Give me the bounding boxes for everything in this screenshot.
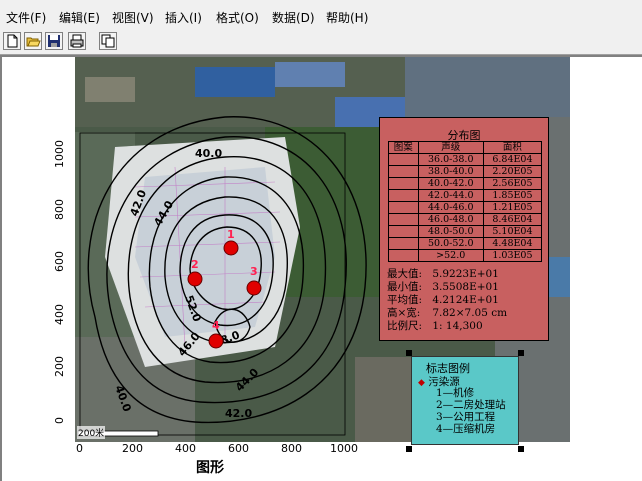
table-header: 图案 xyxy=(388,141,419,154)
menu-view[interactable]: 视图(V) xyxy=(112,9,154,26)
stat-label: 最大值: xyxy=(387,268,423,280)
y-axis-tick: 1000 xyxy=(53,140,66,168)
table-row: 50.0-52.0 4.48E04 xyxy=(388,237,543,250)
table-row: 38.0-40.0 2.20E05 xyxy=(388,165,543,178)
source-label-1: 1 xyxy=(227,228,235,241)
source-label-3: 3 xyxy=(250,265,258,278)
x-axis-tick: 0 xyxy=(76,442,83,455)
x-axis-tick: 200 xyxy=(122,442,143,455)
stat-value: 1: 14,300 xyxy=(432,320,483,332)
toolbar xyxy=(0,30,642,55)
open-icon[interactable] xyxy=(24,32,42,50)
table-row: 36.0-38.0 6.84E04 xyxy=(388,153,543,166)
menu-file[interactable]: 文件(F) xyxy=(6,9,46,26)
x-axis-tick: 600 xyxy=(228,442,249,455)
symbol-legend-items: 1—机修 2—二房处理站 3—公用工程 4—压缩机房 xyxy=(436,387,506,435)
selection-handle[interactable] xyxy=(406,446,412,452)
list-item: 3—公用工程 xyxy=(436,411,496,423)
figure-caption: 图形 xyxy=(196,460,224,476)
source-marker-3[interactable] xyxy=(246,280,262,296)
distribution-legend[interactable]: 分布图 图案 声级 面积 36.0-38.0 6.84E04 38.0-40.0 2… xyxy=(379,117,549,341)
table-row: 46.0-48.0 8.46E04 xyxy=(388,213,543,226)
y-axis-tick: 200 xyxy=(53,356,66,377)
table-row: 42.0-44.0 1.85E05 xyxy=(388,189,543,202)
source-label-4: 4 xyxy=(212,319,220,332)
x-axis-tick: 800 xyxy=(281,442,302,455)
stat-value: 4.2124E+01 xyxy=(432,294,499,306)
scale-bar-label: 200米 xyxy=(77,426,106,439)
stat-value: 5.9223E+01 xyxy=(432,268,499,280)
stat-label: 比例尺: xyxy=(387,320,423,332)
y-axis-tick: 800 xyxy=(53,199,66,220)
selection-handle[interactable] xyxy=(518,446,524,452)
statistics-block: 最大值: 5.9223E+01 最小值: 3.5508E+01 平均值: 4.2… xyxy=(387,268,507,333)
copy-icon[interactable] xyxy=(99,32,117,50)
menu-data[interactable]: 数据(D) xyxy=(272,9,315,26)
y-axis-tick: 600 xyxy=(53,251,66,272)
table-row: 48.0-50.0 5.10E04 xyxy=(388,225,543,238)
diamond-icon: ◆ xyxy=(418,378,425,388)
menu-insert[interactable]: 插入(I) xyxy=(165,9,202,26)
list-item: 1—机修 xyxy=(436,387,475,399)
source-marker-4[interactable] xyxy=(208,333,224,349)
x-axis-tick: 400 xyxy=(175,442,196,455)
print-icon[interactable] xyxy=(68,32,86,50)
new-icon[interactable] xyxy=(3,32,21,50)
selection-handle[interactable] xyxy=(406,350,412,356)
contour-label: 42.0 xyxy=(225,407,252,420)
table-row: 40.0-42.0 2.56E05 xyxy=(388,177,543,190)
distribution-table: 图案 声级 面积 36.0-38.0 6.84E04 38.0-40.0 2.20E… xyxy=(388,141,543,262)
table-header: 面积 xyxy=(482,141,543,154)
source-label-2: 2 xyxy=(191,258,199,271)
x-axis-tick: 1000 xyxy=(330,442,358,455)
table-row: 44.0-46.0 1.21E05 xyxy=(388,201,543,214)
table-header: 声级 xyxy=(417,141,484,154)
source-marker-2[interactable] xyxy=(187,271,203,287)
stat-value: 7.82×7.05 cm xyxy=(432,307,508,319)
selection-handle[interactable] xyxy=(518,350,524,356)
table-row: >52.0 1.03E05 xyxy=(388,249,543,262)
menu-edit[interactable]: 编辑(E) xyxy=(59,9,100,26)
y-axis-tick: 400 xyxy=(53,304,66,325)
stat-label: 平均值: xyxy=(387,294,423,306)
stat-label: 高×宽: xyxy=(387,307,421,319)
y-axis-tick: 0 xyxy=(53,417,66,424)
source-marker-1[interactable] xyxy=(223,240,239,256)
symbol-legend[interactable]: 标志图例 ◆ 污染源 1—机修 2—二房处理站 3—公用工程 4—压缩机房 xyxy=(411,356,519,445)
save-icon[interactable] xyxy=(45,32,63,50)
list-item: 4—压缩机房 xyxy=(436,423,496,435)
contour-label: 40.0 xyxy=(195,147,222,160)
menu-bar: 文件(F) 编辑(E) 视图(V) 插入(I) 格式(O) 数据(D) 帮助(H… xyxy=(0,0,642,30)
menu-format[interactable]: 格式(O) xyxy=(216,9,259,26)
stat-value: 3.5508E+01 xyxy=(432,281,499,293)
stat-label: 最小值: xyxy=(387,281,423,293)
menu-help[interactable]: 帮助(H) xyxy=(326,9,368,26)
list-item: 2—二房处理站 xyxy=(436,399,506,411)
